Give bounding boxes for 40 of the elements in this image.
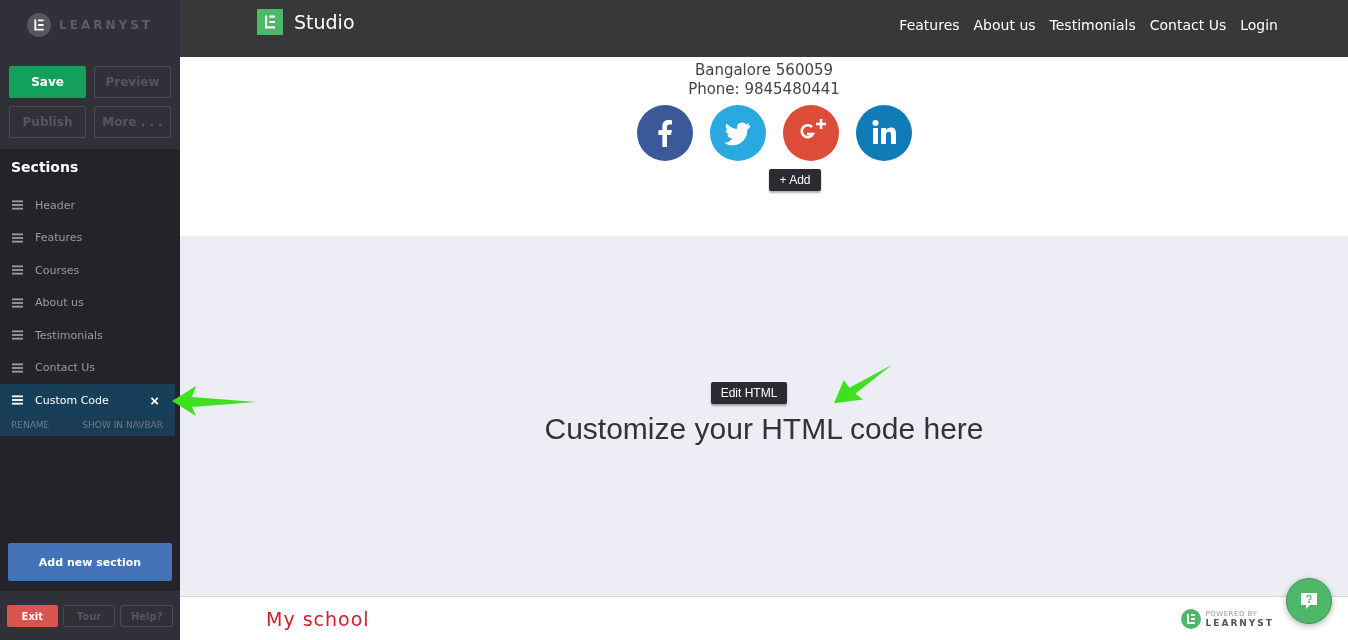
logo-icon [27,13,52,37]
section-item[interactable]: About us [0,286,180,319]
drag-handle-icon[interactable] [12,297,23,308]
toolbar-button[interactable]: Save [9,66,86,98]
learnyst-logo-icon [1180,608,1201,629]
nav-link[interactable]: Contact Us [1149,16,1227,33]
nav-link[interactable]: About us [973,16,1036,33]
custom-code-text: Customize your HTML code here [544,412,984,446]
nav-link[interactable]: Testimonials [1049,16,1136,33]
bird-icon[interactable] [709,105,766,161]
section-item[interactable]: Custom Code × [0,384,175,417]
drag-handle-icon[interactable] [12,265,23,276]
school-name: My school [266,607,370,630]
footer-button[interactable]: Exit [7,605,58,627]
g-plus-icon[interactable] [782,105,839,161]
drag-handle-icon[interactable] [12,232,23,243]
drag-handle-icon[interactable] [12,395,23,406]
add-section-button[interactable]: Add new section [8,543,172,581]
pointer-arrow [834,364,892,404]
section-item[interactable]: Header [0,189,180,222]
nav-link[interactable]: Login [1240,16,1278,33]
close-button[interactable]: × [146,391,163,409]
address-text: Bangalore 560059 [694,61,834,80]
nav-link[interactable]: Features [899,16,960,33]
powered-brand-text: LEARNYST [1205,617,1274,628]
section-item[interactable]: Contact Us [0,351,180,384]
brand-name: Studio [294,10,355,33]
drag-handle-icon[interactable] [12,330,23,341]
edit-html-tooltip[interactable]: Edit HTML [710,382,788,404]
drag-handle-icon[interactable] [12,362,23,373]
drag-handle-icon[interactable] [12,200,23,211]
section-item[interactable]: Testimonials [0,319,180,352]
sections-heading: Sections [10,159,80,177]
speech-bubble-icon [1299,591,1319,611]
add-tooltip[interactable]: + Add [769,169,821,191]
facebook-icon[interactable] [636,105,693,161]
phone-text: Phone: 9845480441 [688,80,840,99]
linkedin-icon[interactable] [855,105,912,161]
section-item[interactable]: Courses [0,254,180,287]
section-item[interactable]: Features [0,221,180,254]
